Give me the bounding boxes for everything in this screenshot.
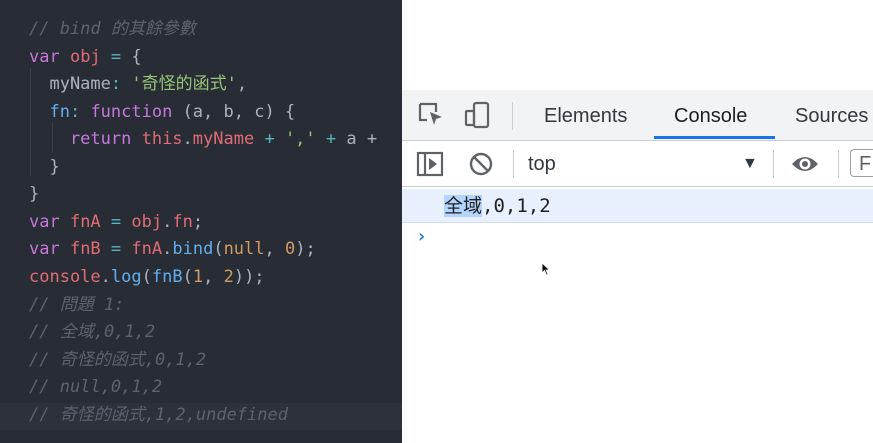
code-line: // bind 的其餘參數 <box>29 16 196 43</box>
context-selector[interactable]: top <box>528 141 556 186</box>
code-line: return this.myName + ',' + a + <box>29 126 377 153</box>
code-token: )); <box>233 267 265 287</box>
code-line: fn: function (a, b, c) { <box>29 99 295 126</box>
log-rest-text: ,0,1,2 <box>482 195 551 217</box>
code-token: fn <box>29 102 70 122</box>
tabbar-separator <box>512 102 513 130</box>
code-token: fnB <box>69 239 101 259</box>
code-token: = <box>100 239 132 259</box>
code-token: } <box>29 157 60 177</box>
code-token: myName <box>29 74 111 94</box>
selected-text: 全域 <box>444 195 483 217</box>
code-token: fnA <box>69 212 101 232</box>
code-line: var fnA = obj.fn; <box>29 209 203 236</box>
code-line: } <box>29 154 60 181</box>
code-line: var fnB = fnA.bind(null, 0); <box>29 236 316 263</box>
code-token: obj <box>69 47 101 67</box>
code-token: + <box>254 129 285 149</box>
code-token: // 問題 1: <box>29 295 125 315</box>
code-token: } <box>29 184 40 204</box>
code-token: , <box>264 239 285 259</box>
code-token: a + <box>346 129 378 149</box>
code-token: return <box>29 129 142 149</box>
code-line: // 奇怪的函式,1,2,undefined <box>29 402 288 429</box>
code-token: ( <box>213 239 224 259</box>
code-line: // 奇怪的函式,0,1,2 <box>29 347 206 374</box>
show-sidebar-icon[interactable] <box>416 151 444 177</box>
code-token: '奇怪的函式' <box>131 74 237 94</box>
code-line: // 全域,0,1,2 <box>29 319 155 346</box>
code-token: var <box>29 239 70 259</box>
code-token: fn <box>172 212 193 232</box>
devtools-panel: Elements Console Sources top ▼ F 全域,0,1,… <box>402 0 873 443</box>
context-dropdown-arrow-icon[interactable]: ▼ <box>742 141 758 186</box>
device-toolbar-icon[interactable] <box>462 100 492 130</box>
code-token: function <box>90 102 183 122</box>
code-token: . <box>100 267 111 287</box>
code-line: // 問題 1: <box>29 292 124 319</box>
code-token: fnB <box>151 267 183 287</box>
tab-elements[interactable]: Elements <box>544 90 627 140</box>
live-expression-eye-icon[interactable] <box>790 153 820 175</box>
console-toolbar: top ▼ F <box>402 141 873 187</box>
console-log-row: 全域,0,1,2 <box>402 189 873 223</box>
code-token: bind <box>172 239 214 259</box>
code-token: null <box>223 239 265 259</box>
code-token: // 奇怪的函式,1,2,undefined <box>29 405 288 425</box>
code-token: // 全域,0,1,2 <box>29 322 156 342</box>
code-token: , <box>236 74 248 94</box>
code-token: . <box>162 239 173 259</box>
tab-sources[interactable]: Sources <box>795 90 868 140</box>
code-token: : <box>69 102 91 122</box>
tab-console[interactable]: Console <box>674 90 747 140</box>
code-token: ',' <box>284 129 316 149</box>
code-token: { <box>131 47 142 67</box>
code-token: // bind 的其餘參數 <box>29 19 196 39</box>
code-token: , <box>203 267 224 287</box>
code-token: = <box>100 212 132 232</box>
toolbar-separator <box>513 150 514 178</box>
code-token: ( <box>182 267 193 287</box>
active-tab-indicator <box>654 136 775 139</box>
code-token: ); <box>295 239 316 259</box>
toolbar-separator <box>838 150 839 178</box>
code-token: ( <box>141 267 152 287</box>
inspect-element-icon[interactable] <box>416 100 446 130</box>
code-token: var <box>29 212 70 232</box>
clear-console-icon[interactable] <box>468 151 494 177</box>
code-line: // null,0,1,2 <box>29 374 162 401</box>
editor-gutter <box>0 0 28 443</box>
page-viewport <box>402 0 873 90</box>
code-token: myName <box>192 129 255 149</box>
code-line: var obj = { <box>29 44 142 71</box>
code-token: fnA <box>131 239 163 259</box>
filter-input[interactable]: F <box>850 149 873 177</box>
code-token: . <box>162 212 173 232</box>
code-token: (a, b, c) { <box>182 102 296 122</box>
code-line: myName: '奇怪的函式', <box>29 71 247 98</box>
console-prompt-icon[interactable]: › <box>416 226 427 247</box>
mouse-cursor-icon <box>541 262 551 276</box>
code-token: = <box>100 47 132 67</box>
code-token: log <box>110 267 142 287</box>
code-token: // null,0,1,2 <box>29 377 163 397</box>
code-line: console.log(fnB(1, 2)); <box>29 264 265 291</box>
console-log-message: 全域,0,1,2 <box>444 189 551 222</box>
code-token: obj <box>131 212 163 232</box>
code-token: // 奇怪的函式,0,1,2 <box>29 350 207 370</box>
code-token: ; <box>192 212 204 232</box>
devtools-tabbar: Elements Console Sources <box>402 90 873 141</box>
code-line: } <box>29 181 39 208</box>
code-editor[interactable]: // bind 的其餘參數 var obj = { myName: '奇怪的函式'… <box>0 0 402 443</box>
code-token: . <box>182 129 193 149</box>
code-token: 1 <box>192 267 204 287</box>
code-token: 0 <box>285 239 296 259</box>
code-token: var <box>29 47 70 67</box>
code-token: + <box>315 129 347 149</box>
code-token: this <box>141 129 183 149</box>
code-token: 2 <box>223 267 234 287</box>
code-token: console <box>29 267 101 287</box>
toolbar-separator <box>773 150 774 178</box>
code-token: : <box>110 74 132 94</box>
